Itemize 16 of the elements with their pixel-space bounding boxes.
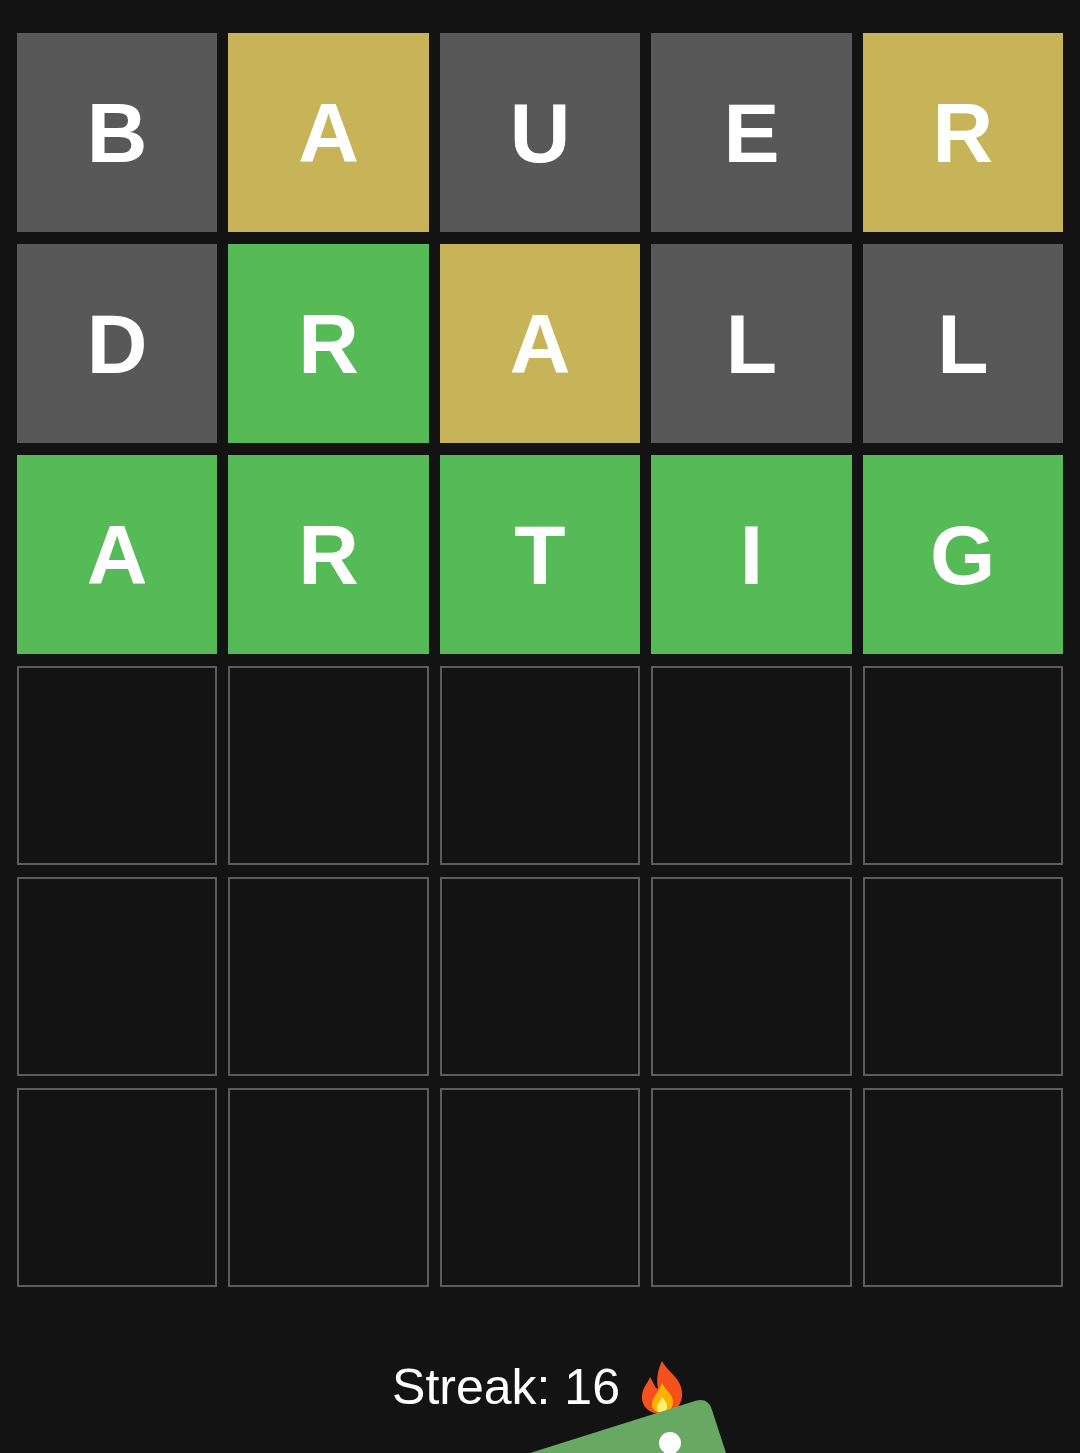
letter-tile: I <box>651 455 852 654</box>
letter-tile: G <box>862 455 1063 654</box>
letter-tile: L <box>651 244 852 443</box>
letter-tile: R <box>228 244 429 443</box>
letter-tile: L <box>862 244 1063 443</box>
letter-tile: B <box>17 33 218 232</box>
letter-tile: A <box>228 33 429 232</box>
letter-tile: R <box>228 455 429 654</box>
letter-tile: E <box>651 33 852 232</box>
letter-tile: A <box>17 455 218 654</box>
letter-tile: A <box>439 244 641 443</box>
letter-tile: U <box>439 33 641 232</box>
letter-tile: T <box>439 455 641 654</box>
streak-text: Streak: 16 <box>392 1362 620 1412</box>
letter-tile: D <box>17 244 218 443</box>
letter-tile: R <box>862 33 1063 232</box>
